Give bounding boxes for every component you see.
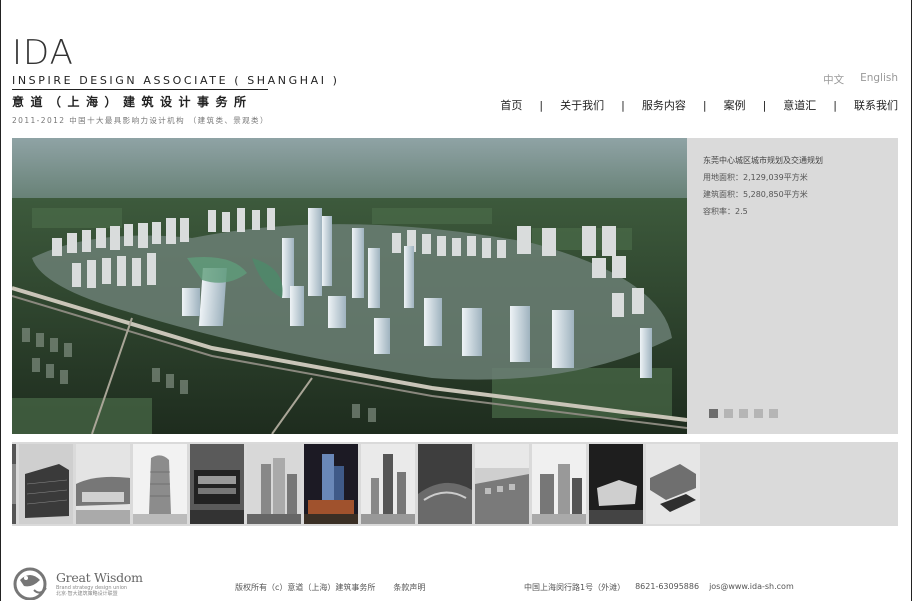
logo-chinese-name: 意道（上海）建筑设计事务所 <box>12 95 253 109</box>
lang-chinese-link[interactable]: 中文 <box>823 72 844 87</box>
footer-phone: 8621-63095886 <box>635 582 700 591</box>
footer-copyright: 版权所有（c）意道（上海）建筑事务所 <box>235 583 376 592</box>
nav-separator: | <box>762 98 767 112</box>
nav-item-services[interactable]: 服务内容 <box>642 97 686 113</box>
thumbnail-item-color[interactable] <box>304 444 358 524</box>
footer-logo-sub-2: 北京·智大建筑策略设计联盟 <box>56 590 118 597</box>
thumbnail-item[interactable] <box>475 444 529 524</box>
nav-item-cases[interactable]: 案例 <box>724 97 746 113</box>
footer-email-link[interactable]: jos@www.ida-sh.com <box>709 582 794 593</box>
nav-separator: | <box>833 98 837 112</box>
logo[interactable]: IDA INSPIRE DESIGN ASSOCIATE ( SHANGHAI … <box>12 33 337 126</box>
thumbnail-item[interactable] <box>418 444 472 524</box>
hero-slider: 东莞中心城区城市规划及交通规划 用地面积：2,129,039平方米 建筑面积：5… <box>12 138 898 434</box>
nav-item-contact[interactable]: 联系我们 <box>854 97 898 113</box>
thumbnail-item[interactable] <box>361 444 415 524</box>
footer-address: 中国上海闵行路1号（外滩） <box>524 583 626 592</box>
main-nav: 首页 | 关于我们 | 服务内容 | 案例 | 意道汇 | 联系我们 <box>500 97 898 113</box>
thumbnail-strip <box>12 442 898 526</box>
nav-separator: | <box>539 98 544 112</box>
slider-pagination <box>709 409 778 418</box>
nav-separator: | <box>702 98 707 112</box>
thumbnail-item[interactable] <box>646 444 700 524</box>
great-wisdom-emblem-icon <box>12 566 50 601</box>
slider-dot-1[interactable] <box>709 409 718 418</box>
footer-contact: 中国上海闵行路1号（外滩） 8621-63095886 jos@www.ida-… <box>524 582 794 593</box>
lang-english-link[interactable]: English <box>860 72 898 87</box>
thumbnail-row <box>12 444 700 524</box>
project-land-area: 用地面积：2,129,039平方米 <box>703 173 808 182</box>
project-title[interactable]: 东莞中心城区城市规划及交通规划 <box>703 152 893 169</box>
logo-english-name: INSPIRE DESIGN ASSOCIATE ( SHANGHAI ) <box>12 74 337 90</box>
thumbnail-item[interactable] <box>589 444 643 524</box>
slider-dot-5[interactable] <box>769 409 778 418</box>
project-info: 东莞中心城区城市规划及交通规划 用地面积：2,129,039平方米 建筑面积：5… <box>703 152 893 220</box>
thumbnail-item[interactable] <box>133 444 187 524</box>
thumbnail-partial[interactable] <box>12 444 16 524</box>
footer-logo-text: Great Wisdom Brand strategy design union… <box>56 570 143 597</box>
footer-terms-link[interactable]: 条款声明 <box>393 582 425 593</box>
slider-dot-2[interactable] <box>724 409 733 418</box>
thumbnail-item[interactable] <box>532 444 586 524</box>
nav-item-ida-hub[interactable]: 意道汇 <box>783 97 816 113</box>
project-building-area: 建筑面积：5,280,850平方米 <box>703 190 808 199</box>
hero-rendering-image[interactable] <box>12 138 687 434</box>
project-plot-ratio: 容积率：2.5 <box>703 207 748 216</box>
thumbnail-item[interactable] <box>190 444 244 524</box>
footer-partner-logo[interactable]: Great Wisdom Brand strategy design union… <box>12 566 143 601</box>
thumbnail-item[interactable] <box>19 444 73 524</box>
footer-logo-name: Great Wisdom <box>56 569 143 585</box>
slider-dot-4[interactable] <box>754 409 763 418</box>
nav-separator: | <box>621 98 625 112</box>
logo-mark: IDA <box>12 33 74 73</box>
slider-dot-3[interactable] <box>739 409 748 418</box>
thumbnail-item[interactable] <box>247 444 301 524</box>
nav-item-about[interactable]: 关于我们 <box>560 97 604 113</box>
nav-item-home[interactable]: 首页 <box>500 97 522 113</box>
language-switcher: 中文 English <box>823 72 898 87</box>
logo-tagline: 2011-2012 中国十大最具影响力设计机构 （建筑类、景观类） <box>12 116 269 125</box>
thumbnail-item[interactable] <box>76 444 130 524</box>
footer-links: 版权所有（c）意道（上海）建筑事务所 条款声明 <box>235 582 425 593</box>
